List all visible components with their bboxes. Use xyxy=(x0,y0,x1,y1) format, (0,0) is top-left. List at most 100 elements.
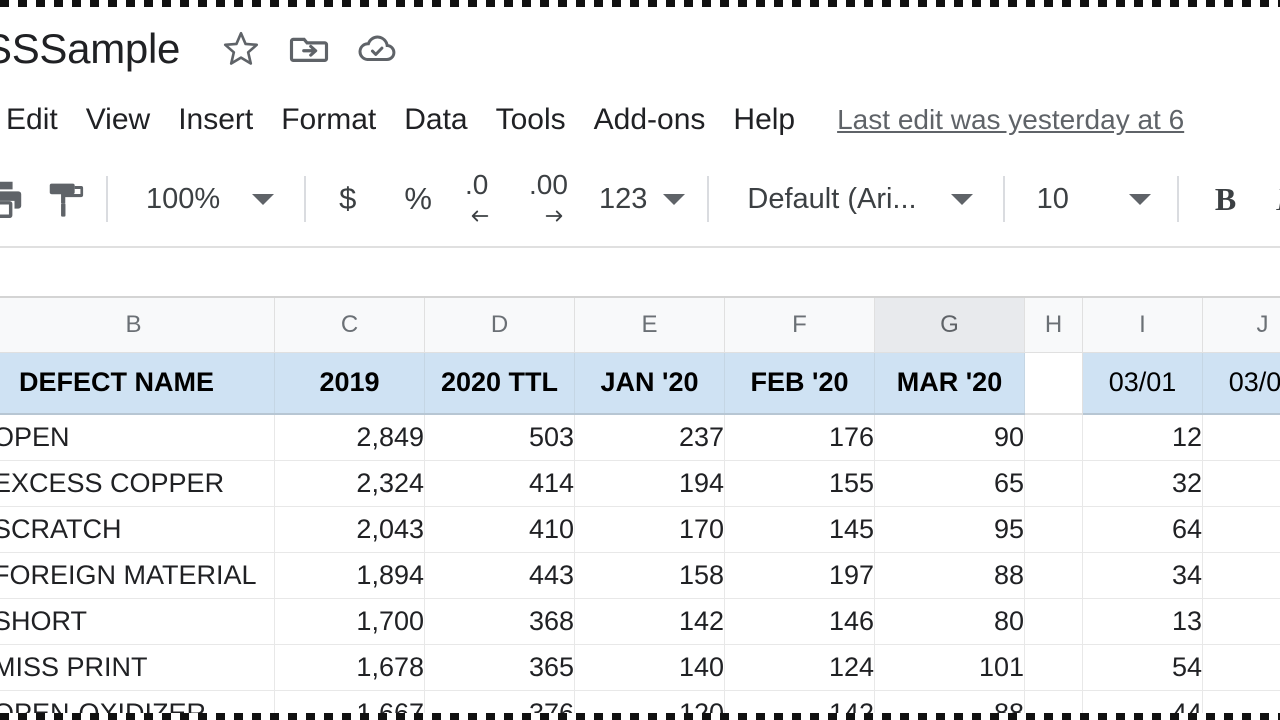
cell-feb-20[interactable]: 155 xyxy=(724,459,875,507)
cell-defect-name[interactable]: OPEN xyxy=(0,413,275,461)
cell-2020-ttl[interactable]: 414 xyxy=(424,459,575,507)
header-cell-feb-20[interactable]: FEB '20 xyxy=(724,351,875,415)
number-format-control[interactable]: 123 xyxy=(581,183,686,216)
cell-2019[interactable]: 2,849 xyxy=(274,413,425,461)
cell-2019[interactable]: 2,324 xyxy=(274,459,425,507)
cell-feb-20[interactable]: 176 xyxy=(724,413,875,461)
cell-mar-20[interactable]: 88 xyxy=(874,689,1025,713)
cell-03-02[interactable]: 12 xyxy=(1202,643,1280,691)
cell-defect-name[interactable]: MISS PRINT xyxy=(0,643,275,691)
cell-2019[interactable]: 2,043 xyxy=(274,505,425,553)
cell-feb-20[interactable]: 142 xyxy=(724,689,875,713)
font-size-control[interactable]: 10 xyxy=(1021,183,1151,216)
cell-jan-20[interactable]: 158 xyxy=(574,551,725,599)
cell-spacer[interactable] xyxy=(1024,689,1083,713)
cell-spacer[interactable] xyxy=(1024,505,1083,553)
zoom-control[interactable]: 100% xyxy=(124,183,275,216)
cell-2019[interactable]: 1,667 xyxy=(274,689,425,713)
formula-bar[interactable] xyxy=(0,250,1280,298)
cell-03-02[interactable]: 11 xyxy=(1202,459,1280,507)
cell-defect-name[interactable]: FOREIGN MATERIAL xyxy=(0,551,275,599)
column-header-j[interactable]: J xyxy=(1202,298,1280,353)
column-header-d[interactable]: D xyxy=(424,298,575,353)
cell-03-01[interactable]: 34 xyxy=(1082,551,1203,599)
cell-03-01[interactable]: 32 xyxy=(1082,459,1203,507)
header-cell-03-02[interactable]: 03/02 xyxy=(1202,351,1280,415)
move-to-folder-icon[interactable] xyxy=(288,28,330,70)
increase-decimal-button[interactable]: .00 xyxy=(529,169,581,227)
cell-mar-20[interactable]: 90 xyxy=(874,413,1025,461)
cell-defect-name[interactable]: SHORT xyxy=(0,597,275,645)
cell-spacer[interactable] xyxy=(1024,459,1083,507)
cell-2020-ttl[interactable]: 365 xyxy=(424,643,575,691)
cell-jan-20[interactable]: 170 xyxy=(574,505,725,553)
cell-03-01[interactable]: 12 xyxy=(1082,413,1203,461)
cell-defect-name[interactable]: OPEN-OXIDIZER xyxy=(0,689,275,713)
cell-2020-ttl[interactable]: 443 xyxy=(424,551,575,599)
header-cell-spacer[interactable] xyxy=(1024,351,1083,415)
bold-button[interactable]: B xyxy=(1195,171,1256,227)
cell-feb-20[interactable]: 197 xyxy=(724,551,875,599)
column-header-e[interactable]: E xyxy=(574,298,725,353)
italic-button[interactable]: I xyxy=(1256,171,1280,227)
column-header-g[interactable]: G xyxy=(874,298,1025,353)
cell-spacer[interactable] xyxy=(1024,551,1083,599)
cell-mar-20[interactable]: 65 xyxy=(874,459,1025,507)
column-header-f[interactable]: F xyxy=(724,298,875,353)
menu-edit[interactable]: Edit xyxy=(0,105,72,135)
header-cell-2020-ttl[interactable]: 2020 TTL xyxy=(424,351,575,415)
cell-03-01[interactable]: 54 xyxy=(1082,643,1203,691)
cell-jan-20[interactable]: 237 xyxy=(574,413,725,461)
cell-2020-ttl[interactable]: 368 xyxy=(424,597,575,645)
cell-mar-20[interactable]: 88 xyxy=(874,551,1025,599)
currency-format-button[interactable]: $ xyxy=(322,171,373,227)
cell-03-02[interactable]: 21 xyxy=(1202,505,1280,553)
percent-format-button[interactable]: % xyxy=(387,171,449,227)
cell-03-02[interactable]: 54 xyxy=(1202,413,1280,461)
document-title[interactable]: SSSample xyxy=(0,25,180,73)
cell-mar-20[interactable]: 95 xyxy=(874,505,1025,553)
menu-data[interactable]: Data xyxy=(390,105,481,135)
cell-03-02[interactable]: 43 xyxy=(1202,597,1280,645)
column-header-h[interactable]: H xyxy=(1024,298,1083,353)
cell-2020-ttl[interactable]: 376 xyxy=(424,689,575,713)
column-header-i[interactable]: I xyxy=(1082,298,1203,353)
cell-jan-20[interactable]: 140 xyxy=(574,643,725,691)
cell-03-01[interactable]: 44 xyxy=(1082,689,1203,713)
print-button[interactable] xyxy=(0,171,26,227)
cell-mar-20[interactable]: 101 xyxy=(874,643,1025,691)
column-header-b[interactable]: B xyxy=(0,298,275,353)
paint-format-button[interactable] xyxy=(44,171,90,227)
star-icon[interactable] xyxy=(220,28,262,70)
header-cell-03-01[interactable]: 03/01 xyxy=(1082,351,1203,415)
cell-feb-20[interactable]: 145 xyxy=(724,505,875,553)
column-header-c[interactable]: C xyxy=(274,298,425,353)
spreadsheet-grid[interactable]: B C D E F G H I J DEFECT NAME 2019 2020 … xyxy=(0,298,1280,713)
cell-defect-name[interactable]: EXCESS COPPER xyxy=(0,459,275,507)
cell-jan-20[interactable]: 194 xyxy=(574,459,725,507)
cloud-saved-icon[interactable] xyxy=(356,28,398,70)
header-cell-2019[interactable]: 2019 xyxy=(274,351,425,415)
cell-03-01[interactable]: 64 xyxy=(1082,505,1203,553)
menu-addons[interactable]: Add-ons xyxy=(580,105,720,135)
cell-2019[interactable]: 1,894 xyxy=(274,551,425,599)
cell-2020-ttl[interactable]: 503 xyxy=(424,413,575,461)
cell-spacer[interactable] xyxy=(1024,413,1083,461)
cell-feb-20[interactable]: 146 xyxy=(724,597,875,645)
menu-format[interactable]: Format xyxy=(267,105,390,135)
cell-03-02[interactable]: 12 xyxy=(1202,551,1280,599)
cell-2019[interactable]: 1,678 xyxy=(274,643,425,691)
header-cell-mar-20[interactable]: MAR '20 xyxy=(874,351,1025,415)
header-cell-jan-20[interactable]: JAN '20 xyxy=(574,351,725,415)
cell-defect-name[interactable]: SCRATCH xyxy=(0,505,275,553)
cell-2020-ttl[interactable]: 410 xyxy=(424,505,575,553)
menu-insert[interactable]: Insert xyxy=(164,105,267,135)
last-edit-status[interactable]: Last edit was yesterday at 6 xyxy=(837,104,1184,136)
decrease-decimal-button[interactable]: .0 xyxy=(463,169,515,227)
header-cell-defect-name[interactable]: DEFECT NAME xyxy=(0,351,275,415)
cell-jan-20[interactable]: 142 xyxy=(574,597,725,645)
menu-view[interactable]: View xyxy=(72,105,164,135)
menu-tools[interactable]: Tools xyxy=(482,105,580,135)
cell-03-02[interactable]: 14 xyxy=(1202,689,1280,713)
font-family-control[interactable]: Default (Ari... xyxy=(725,183,973,216)
